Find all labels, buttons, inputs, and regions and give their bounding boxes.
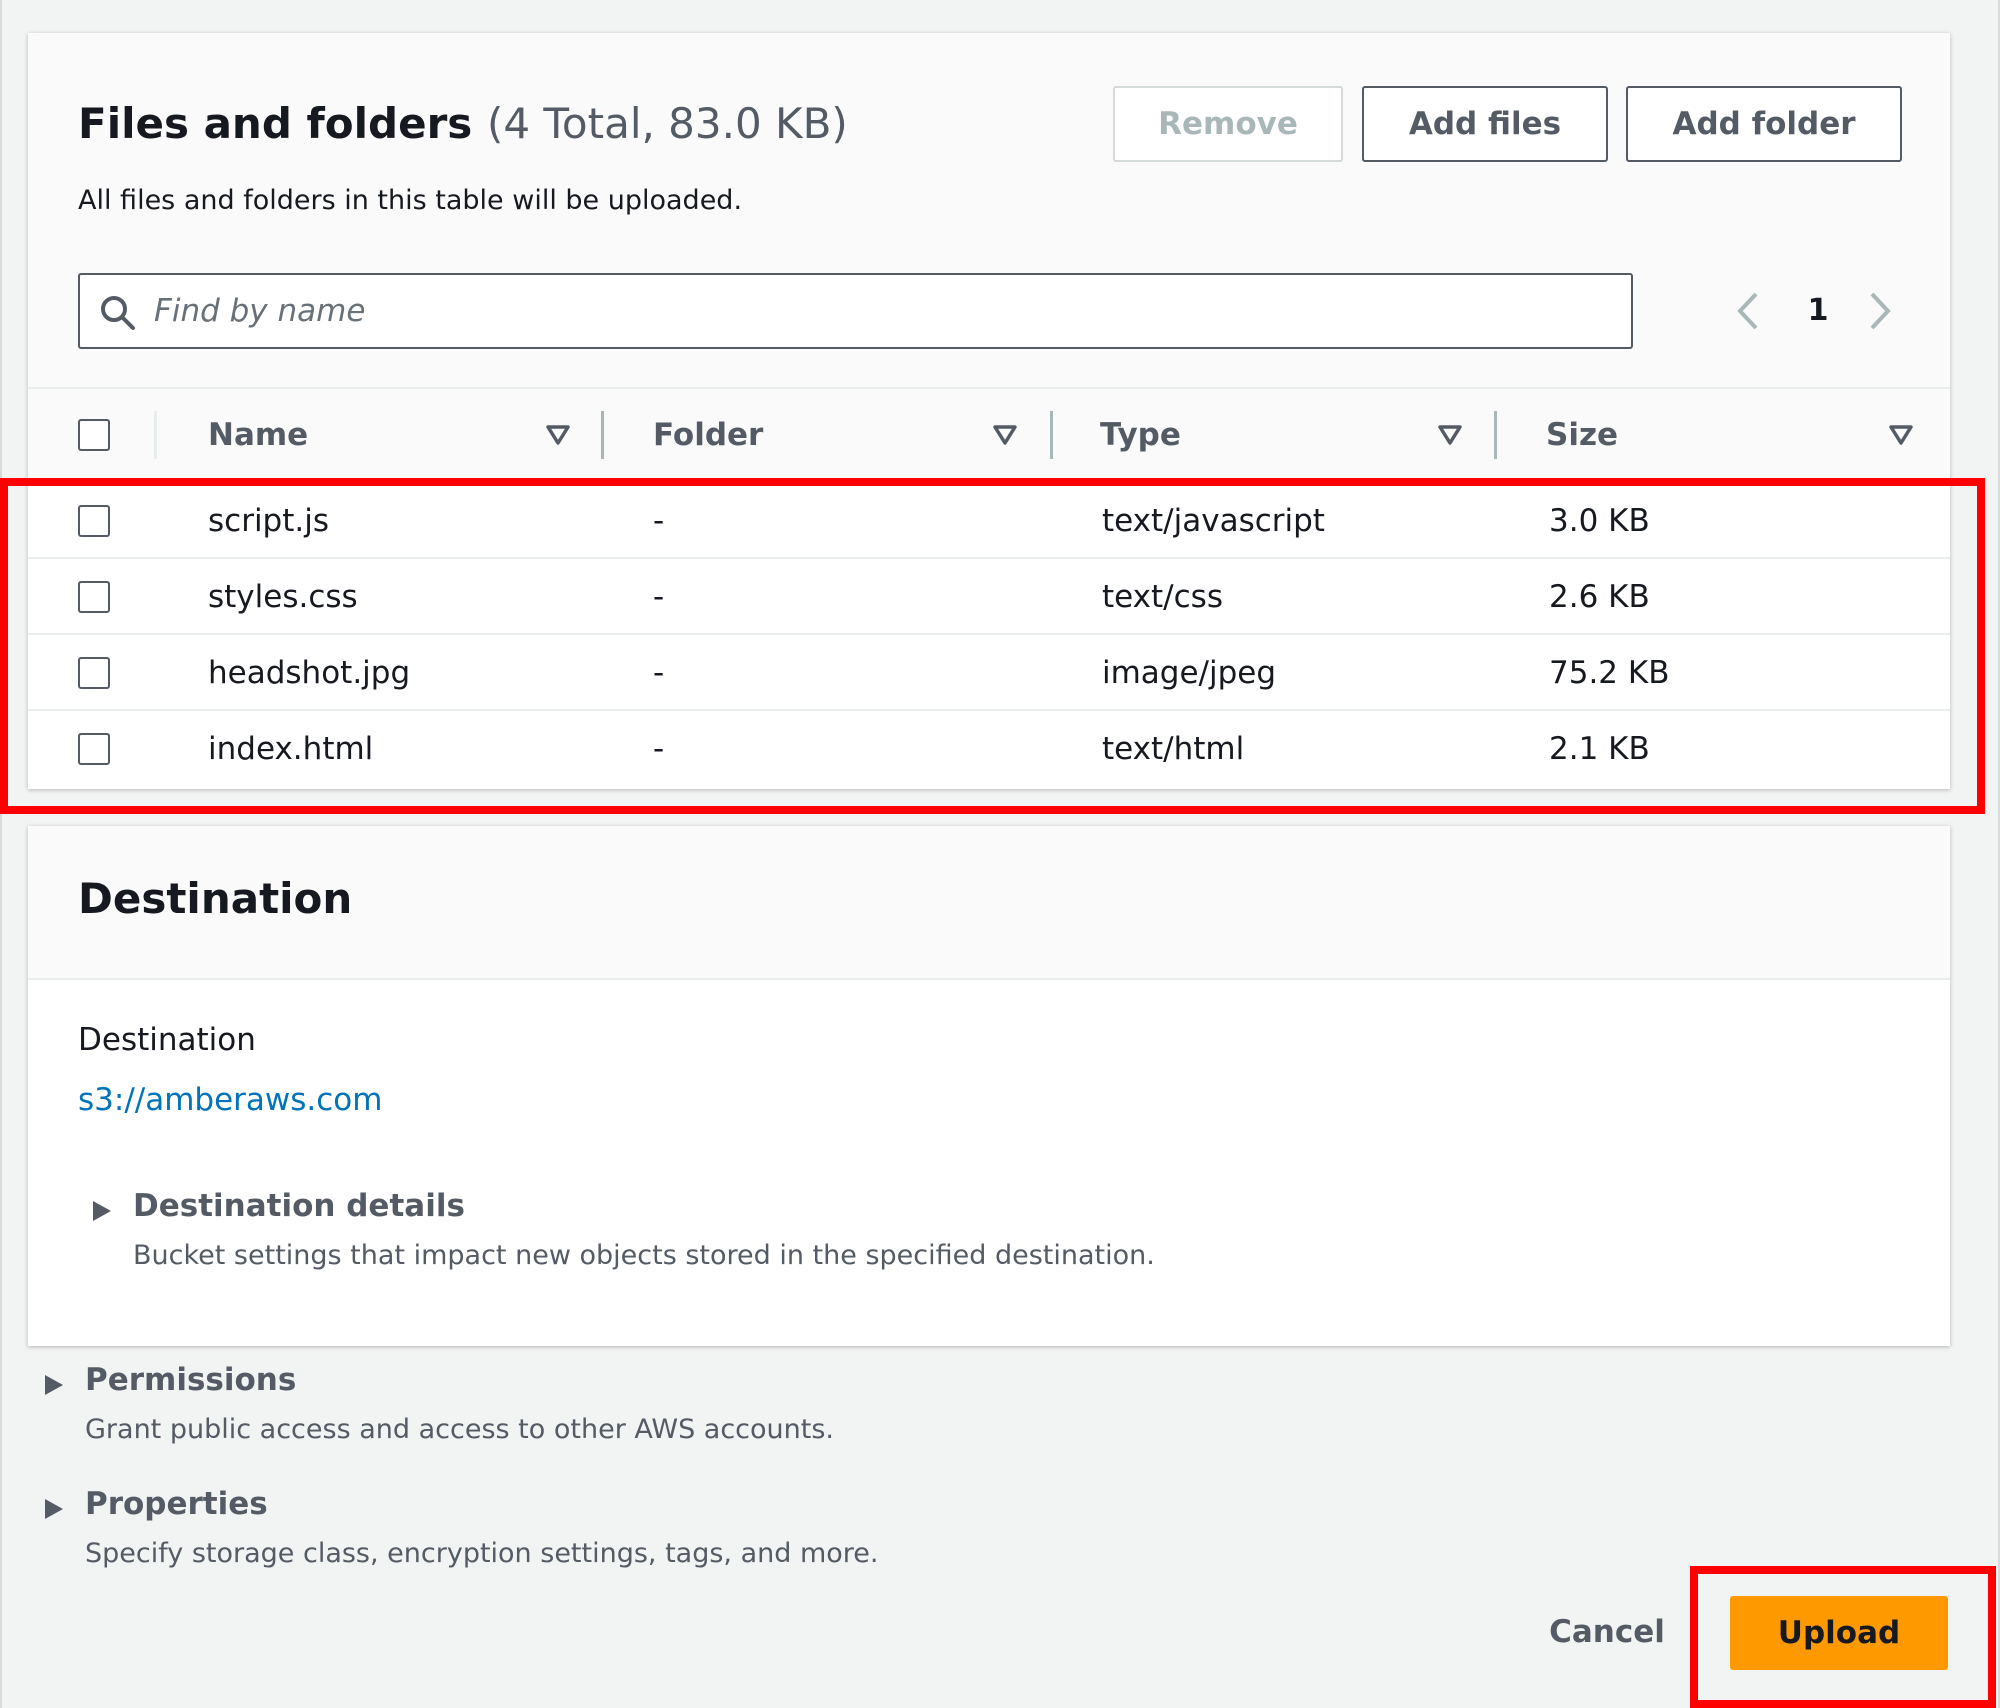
file-type: text/html [1102, 731, 1245, 767]
file-size: 3.0 KB [1549, 503, 1650, 539]
cancel-button[interactable]: Cancel [1532, 1594, 1682, 1670]
files-table-body: script.js - text/javascript 3.0 KB style… [28, 483, 1950, 789]
file-name: styles.css [208, 579, 358, 615]
table-row[interactable]: script.js - text/javascript 3.0 KB [28, 483, 1950, 559]
file-name: index.html [208, 731, 374, 767]
file-type: image/jpeg [1102, 655, 1277, 691]
destination-link[interactable]: s3://amberaws.com [78, 1082, 382, 1118]
file-size: 75.2 KB [1549, 655, 1670, 691]
table-row[interactable]: headshot.jpg - image/jpeg 75.2 KB [28, 635, 1950, 711]
column-divider [154, 411, 157, 459]
column-header-type[interactable]: Type [1100, 389, 1181, 481]
files-panel-title: Files and folders (4 Total, 83.0 KB) [78, 99, 848, 148]
current-page-number[interactable]: 1 [1798, 288, 1838, 334]
table-row[interactable]: styles.css - text/css 2.6 KB [28, 559, 1950, 635]
chevron-right-icon[interactable] [1860, 288, 1900, 334]
permissions-toggle[interactable]: Permissions [85, 1362, 296, 1398]
permissions-description: Grant public access and access to other … [85, 1414, 834, 1445]
destination-header: Destination [28, 826, 1950, 980]
destination-details-toggle[interactable]: Destination details [133, 1188, 465, 1224]
files-and-folders-panel: Files and folders (4 Total, 83.0 KB) All… [28, 33, 1950, 789]
properties-description: Specify storage class, encryption settin… [85, 1538, 879, 1569]
files-title-text: Files and folders [78, 99, 473, 148]
search-box[interactable] [78, 273, 1633, 349]
file-name: headshot.jpg [208, 655, 411, 691]
search-icon [101, 296, 135, 330]
table-header: Name Folder Type Size [28, 387, 1950, 483]
column-header-size[interactable]: Size [1546, 389, 1618, 481]
destination-details-description: Bucket settings that impact new objects … [133, 1240, 1155, 1271]
sort-caret-down-icon[interactable] [543, 419, 573, 449]
chevron-left-icon[interactable] [1728, 288, 1768, 334]
caret-right-icon[interactable] [40, 1496, 66, 1522]
add-folder-button[interactable]: Add folder [1626, 86, 1902, 162]
file-size: 2.6 KB [1549, 579, 1650, 615]
table-row[interactable]: index.html - text/html 2.1 KB [28, 711, 1950, 787]
file-size: 2.1 KB [1549, 731, 1650, 767]
properties-toggle[interactable]: Properties [85, 1486, 268, 1522]
row-checkbox[interactable] [78, 581, 110, 613]
file-name: script.js [208, 503, 330, 539]
upload-button[interactable]: Upload [1730, 1596, 1948, 1670]
sort-caret-down-icon[interactable] [1886, 419, 1916, 449]
caret-right-icon[interactable] [88, 1198, 114, 1224]
remove-button[interactable]: Remove [1113, 86, 1343, 162]
file-folder: - [653, 579, 665, 615]
column-divider[interactable] [1050, 411, 1053, 459]
destination-panel: Destination Destination s3://amberaws.co… [28, 826, 1950, 1346]
file-folder: - [653, 655, 665, 691]
add-files-button[interactable]: Add files [1362, 86, 1608, 162]
caret-right-icon[interactable] [40, 1372, 66, 1398]
row-checkbox[interactable] [78, 733, 110, 765]
column-header-folder[interactable]: Folder [653, 389, 763, 481]
row-checkbox[interactable] [78, 657, 110, 689]
sort-caret-down-icon[interactable] [990, 419, 1020, 449]
destination-label: Destination [78, 1022, 256, 1058]
column-header-name[interactable]: Name [208, 389, 308, 481]
column-divider[interactable] [1494, 411, 1497, 459]
search-input[interactable] [154, 277, 1614, 345]
destination-title: Destination [78, 874, 353, 923]
files-count: (4 Total, 83.0 KB) [486, 99, 848, 148]
file-type: text/css [1102, 579, 1223, 615]
file-folder: - [653, 503, 665, 539]
sort-caret-down-icon[interactable] [1435, 419, 1465, 449]
row-checkbox[interactable] [78, 505, 110, 537]
files-description: All files and folders in this table will… [78, 185, 743, 216]
file-folder: - [653, 731, 665, 767]
file-type: text/javascript [1102, 503, 1325, 539]
select-all-checkbox[interactable] [78, 419, 110, 451]
column-divider[interactable] [601, 411, 604, 459]
